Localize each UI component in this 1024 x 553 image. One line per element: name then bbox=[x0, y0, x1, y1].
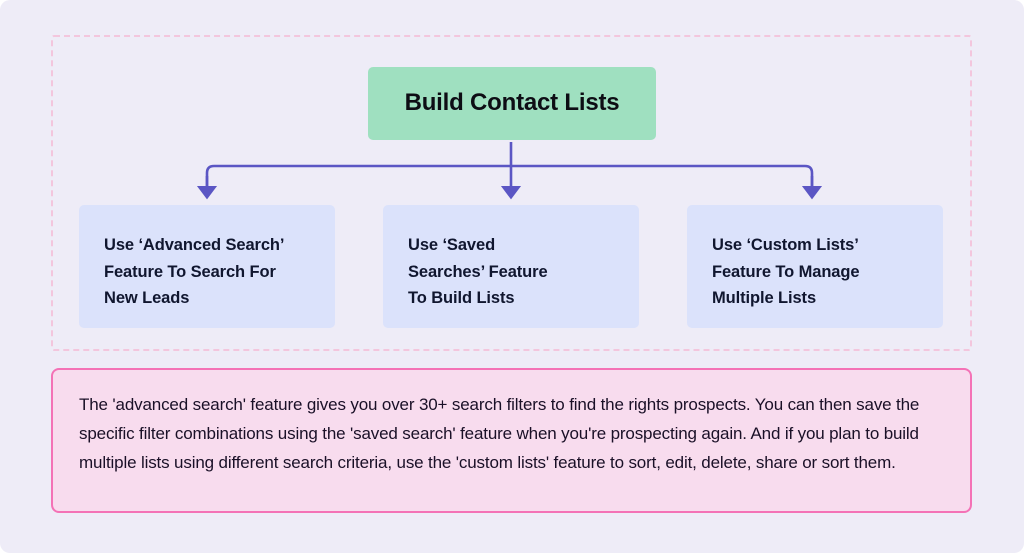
leaf-node-saved-searches[interactable]: Use ‘Saved Searches’ Feature To Build Li… bbox=[383, 205, 639, 328]
description-panel: The 'advanced search' feature gives you … bbox=[51, 368, 972, 513]
leaf-node-label: Use ‘Saved Searches’ Feature To Build Li… bbox=[408, 236, 548, 308]
root-node-build-contact-lists[interactable]: Build Contact Lists bbox=[368, 67, 656, 140]
leaf-node-label: Use ‘Advanced Search’ Feature To Search … bbox=[104, 236, 285, 308]
leaf-node-advanced-search[interactable]: Use ‘Advanced Search’ Feature To Search … bbox=[79, 205, 335, 328]
description-text: The 'advanced search' feature gives you … bbox=[79, 395, 920, 473]
diagram-canvas: Build Contact Lists Use ‘Advanced Search… bbox=[0, 0, 1024, 553]
leaf-node-label: Use ‘Custom Lists’ Feature To Manage Mul… bbox=[712, 236, 860, 308]
leaf-node-custom-lists[interactable]: Use ‘Custom Lists’ Feature To Manage Mul… bbox=[687, 205, 943, 328]
leaf-node-row: Use ‘Advanced Search’ Feature To Search … bbox=[79, 205, 943, 328]
root-node-label: Build Contact Lists bbox=[404, 89, 620, 117]
